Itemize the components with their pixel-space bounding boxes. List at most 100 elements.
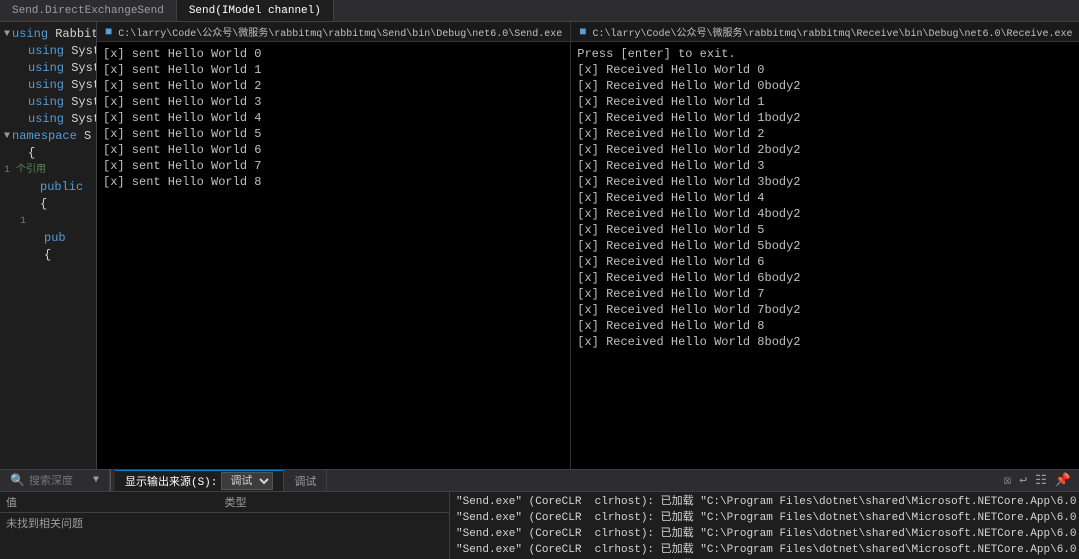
terminal-receive: ■ C:\larry\Code\公众号\微服务\rabbitmq\rabbitm… [571,22,1079,469]
code-line-6: using Syste... [0,111,96,128]
code-line-4: using System.Linq; [0,77,96,94]
code-line-14: pub [0,230,96,247]
code-text-5: using Syste... [28,94,97,111]
code-line-3: using System.Collections.Generic; [0,60,96,77]
collapse-icon-1: ▼ [4,26,10,43]
code-line-2: using System; [0,43,96,60]
terminal-receive-line-1b: [x] Received Hello World 1body2 [577,110,1074,126]
terminal-receive-line-8: [x] Received Hello World 8 [577,318,1074,334]
code-line-12: { [0,196,96,213]
terminal-send-body[interactable]: [x] sent Hello World 0 [x] sent Hello Wo… [97,42,570,469]
search-dropdown-icon[interactable]: ▼ [93,475,99,486]
bottom-panel: 🔍 ▼ 显示输出来源(S): 调试 调试 ☒ ↩ ☷ 📌 [0,469,1079,559]
wrap-icon[interactable]: ↩ [1017,473,1029,488]
collapse-icon-8: ▼ [4,128,10,145]
terminal-receive-line-3: [x] Received Hello World 3 [577,158,1074,174]
code-text-15: { [28,247,51,264]
terminal-receive-line-0: [x] Received Hello World 0 [577,62,1074,78]
terminal-receive-line-0b: [x] Received Hello World 0body2 [577,78,1074,94]
bottom-tabs: 🔍 ▼ 显示输出来源(S): 调试 调试 ☒ ↩ ☷ 📌 [0,470,1079,492]
code-line-13: 1 [0,213,96,230]
bottom-cols: 值 类型 [0,492,449,513]
code-text-14: pub [28,230,66,247]
terminal-send-line-1: [x] sent Hello World 1 [103,62,564,78]
code-line-15: { [0,247,96,264]
code-text-12: { [28,196,47,213]
terminals-container: ■ C:\larry\Code\公众号\微服务\rabbitmq\rabbitm… [97,22,1079,469]
terminal-send-icon: ■ [105,25,112,39]
filter-icon[interactable]: ☷ [1033,473,1049,488]
output-line-3: "Send.exe" (CoreCLR clrhost): 已加载 "C:\Pr… [450,526,1079,542]
terminal-send-line-4: [x] sent Hello World 4 [103,110,564,126]
tab-direct-exchange-label: Send.DirectExchangeSend [12,5,164,17]
terminal-receive-line-2: [x] Received Hello World 2 [577,126,1074,142]
terminal-receive-line-8b: [x] Received Hello World 8body2 [577,334,1074,350]
terminal-receive-body[interactable]: Press [enter] to exit. [x] Received Hell… [571,42,1079,469]
col-val-label: 值 [6,494,225,510]
code-line-8: ▼ namespace S [0,128,96,145]
terminal-send-line-3: [x] sent Hello World 3 [103,94,564,110]
terminal-receive-title: C:\larry\Code\公众号\微服务\rabbitmq\rabbitmq\… [592,24,1072,40]
code-line-1: ▼ using RabbitMQ.Client; [0,26,96,43]
search-icon: 🔍 [10,473,25,488]
terminal-receive-press: Press [enter] to exit. [577,46,1074,62]
code-text-2: using System; [28,43,97,60]
main-area: ▼ using RabbitMQ.Client; using System; u… [0,22,1079,469]
terminal-receive-line-4: [x] Received Hello World 4 [577,190,1074,206]
code-line-5: using Syste... [0,94,96,111]
terminal-send-line-5: [x] sent Hello World 5 [103,126,564,142]
terminal-send: ■ C:\larry\Code\公众号\微服务\rabbitmq\rabbitm… [97,22,571,469]
terminal-receive-line-7b: [x] Received Hello World 7body2 [577,302,1074,318]
bottom-tab-search[interactable]: 🔍 ▼ [0,470,110,491]
terminal-receive-line-1: [x] Received Hello World 1 [577,94,1074,110]
code-text-8: namespace S [12,128,91,145]
code-text-4: using System.Linq; [28,77,97,94]
code-line-11: public [0,179,96,196]
terminal-send-line-0: [x] sent Hello World 0 [103,46,564,62]
clear-icon[interactable]: ☒ [1002,473,1014,488]
terminal-receive-line-3b: [x] Received Hello World 3body2 [577,174,1074,190]
pin-icon[interactable]: 📌 [1053,473,1073,488]
output-source-select[interactable]: 调试 [221,472,273,490]
terminal-send-titlebar: ■ C:\larry\Code\公众号\微服务\rabbitmq\rabbitm… [97,22,570,42]
hint-text: 未找到相关问题 [0,513,449,533]
tab-imodel-channel-label: Send(IModel channel) [189,5,321,17]
output-pane[interactable]: "Send.exe" (CoreCLR clrhost): 已加载 "C:\Pr… [450,492,1079,559]
tab-direct-exchange[interactable]: Send.DirectExchangeSend [0,0,177,21]
code-text-3: using System.Collections.Generic; [28,60,97,77]
tab-bar: Send.DirectExchangeSend Send(IModel chan… [0,0,1079,22]
bottom-tab-debug[interactable]: 调试 [284,470,327,491]
terminal-send-line-6: [x] sent Hello World 6 [103,142,564,158]
terminal-receive-line-5: [x] Received Hello World 5 [577,222,1074,238]
terminal-receive-line-6b: [x] Received Hello World 6body2 [577,270,1074,286]
terminal-receive-line-7: [x] Received Hello World 7 [577,286,1074,302]
debug-label: 调试 [294,473,316,489]
terminal-receive-titlebar: ■ C:\larry\Code\公众号\微服务\rabbitmq\rabbitm… [571,22,1079,42]
code-line-9: { [0,145,96,162]
terminal-send-line-8: [x] sent Hello World 8 [103,174,564,190]
terminal-receive-line-2b: [x] Received Hello World 2body2 [577,142,1074,158]
terminal-receive-line-6: [x] Received Hello World 6 [577,254,1074,270]
terminal-receive-line-4b: [x] Received Hello World 4body2 [577,206,1074,222]
code-text-11: public [28,179,83,196]
output-label: 显示输出来源(S): [125,473,217,489]
bottom-content: 值 类型 未找到相关问题 "Send.exe" (CoreCLR clrhost… [0,492,1079,559]
output-line-2: "Send.exe" (CoreCLR clrhost): 已加载 "C:\Pr… [450,510,1079,526]
output-line-1: "Send.exe" (CoreCLR clrhost): 已加载 "C:\Pr… [450,494,1079,510]
bottom-tab-output[interactable]: 显示输出来源(S): 调试 [115,470,284,491]
code-editor: ▼ using RabbitMQ.Client; using System; u… [0,22,97,469]
col-type-label: 类型 [225,494,444,510]
code-text-9: { [28,145,35,162]
terminal-send-title: C:\larry\Code\公众号\微服务\rabbitmq\rabbitmq\… [118,24,562,40]
code-text-6: using Syste... [28,111,97,128]
output-line-4: "Send.exe" (CoreCLR clrhost): 已加载 "C:\Pr… [450,542,1079,558]
code-line-10: 1 个引用 [0,162,96,179]
tab-imodel-channel[interactable]: Send(IModel channel) [177,0,334,21]
code-text-1: using RabbitMQ.Client; [12,26,97,43]
search-input[interactable] [29,475,89,487]
terminal-send-line-7: [x] sent Hello World 7 [103,158,564,174]
terminal-receive-icon: ■ [579,25,586,39]
bottom-left-pane: 值 类型 未找到相关问题 [0,492,450,559]
terminal-send-line-2: [x] sent Hello World 2 [103,78,564,94]
terminal-receive-line-5b: [x] Received Hello World 5body2 [577,238,1074,254]
